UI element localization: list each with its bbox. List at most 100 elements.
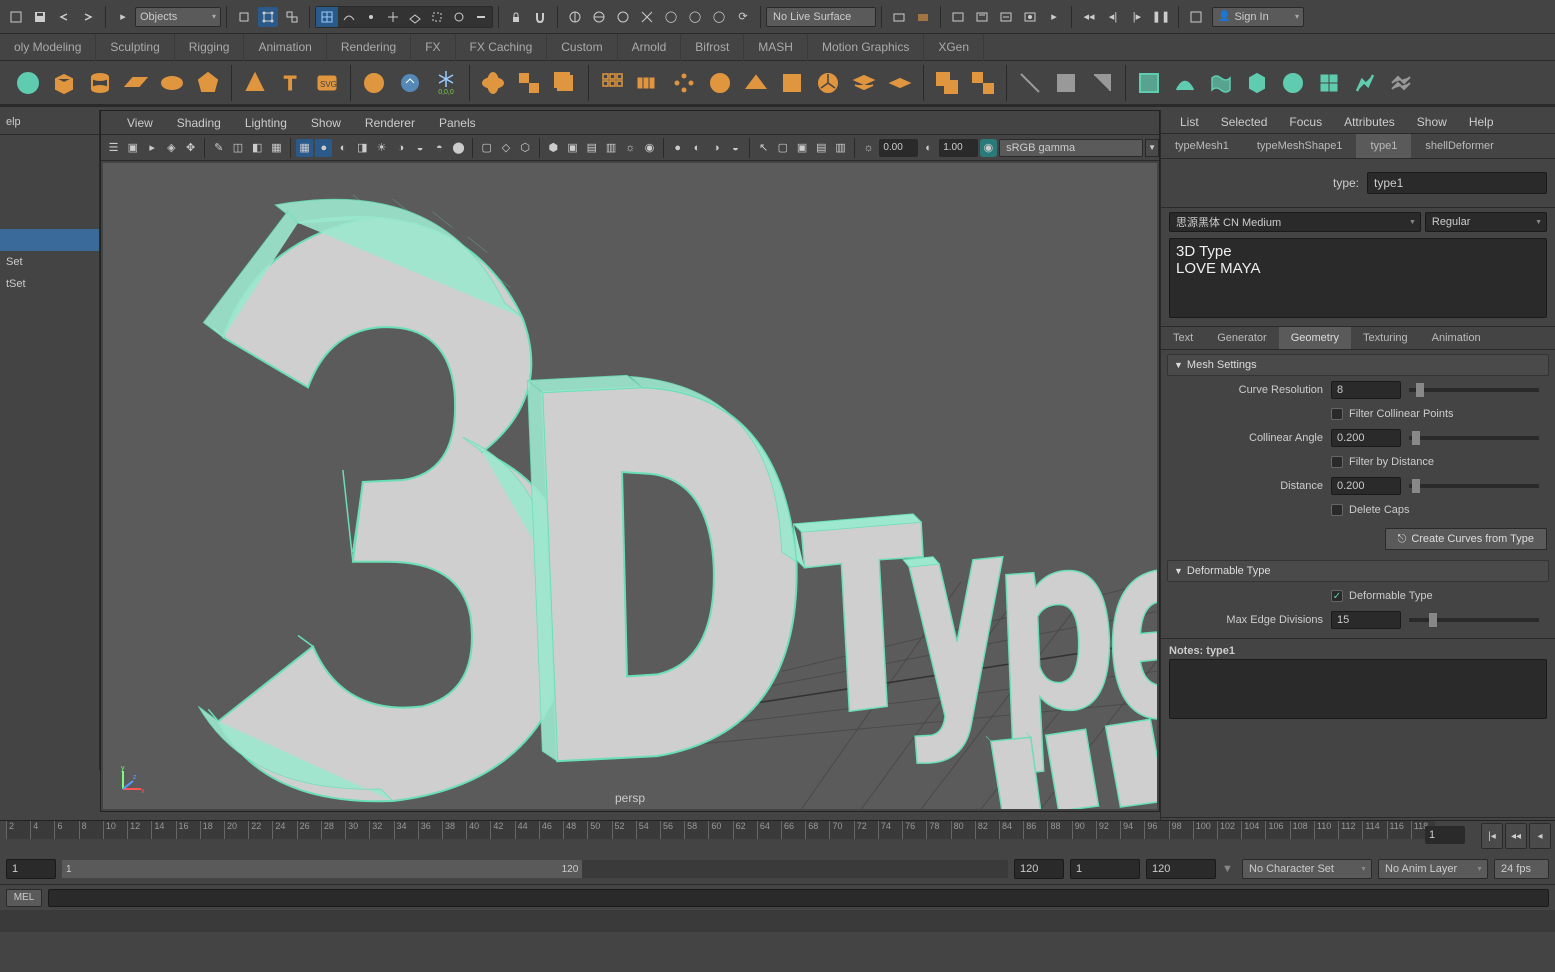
collinear-angle-slider[interactable] (1409, 436, 1539, 440)
playblast-fwd-icon[interactable]: |▸ (1127, 7, 1147, 27)
replicator-icon[interactable] (549, 67, 581, 99)
vp-gate-icon[interactable]: ◫ (229, 139, 246, 157)
vp-shadow-icon[interactable]: ◑ (392, 139, 409, 157)
vp-tex-icon[interactable]: ◨ (354, 139, 371, 157)
play-back-icon[interactable]: ◂ (1529, 823, 1551, 849)
svg-icon[interactable]: SVG (311, 67, 343, 99)
font-weight-dropdown[interactable]: Regular (1425, 212, 1547, 232)
collinear-angle-field[interactable]: 0.200 (1331, 429, 1401, 447)
select-by-object-icon[interactable] (234, 7, 254, 27)
shelf-tab-rendering[interactable]: Rendering (327, 34, 411, 61)
shelf-tab-bifrost[interactable]: Bifrost (681, 34, 744, 61)
pie-dist-icon[interactable] (812, 67, 844, 99)
mash-freeze-icon[interactable]: 0,0,0 (430, 67, 462, 99)
mash-cache-icon[interactable] (394, 67, 426, 99)
vp-motion-icon[interactable]: ⬤ (450, 139, 467, 157)
vp-h-icon[interactable]: ◐ (688, 139, 705, 157)
anim-layer-dropdown[interactable]: No Anim Layer (1378, 859, 1488, 879)
volume-dist-icon[interactable] (776, 67, 808, 99)
filter-distance-checkbox[interactable] (1331, 456, 1343, 468)
sym-z-icon[interactable] (613, 7, 633, 27)
layer-icon[interactable] (848, 67, 880, 99)
vp-m-icon[interactable]: ▤ (813, 139, 830, 157)
mesh-dist-icon[interactable] (740, 67, 772, 99)
vp-a-icon[interactable]: ⬢ (545, 139, 562, 157)
vp-reso-icon[interactable]: ◧ (249, 139, 266, 157)
vp-view-transform-dropdown[interactable]: sRGB gamma (999, 139, 1143, 157)
shelf-tab-arnold[interactable]: Arnold (618, 34, 682, 61)
command-input[interactable] (48, 889, 1549, 907)
selection-mode-dropdown[interactable]: Objects (135, 7, 221, 27)
poly-cube-icon[interactable] (48, 67, 80, 99)
attr-menu-attributes[interactable]: Attributes (1333, 115, 1406, 129)
character-set-dropdown[interactable]: No Character Set (1242, 859, 1372, 879)
poly-torus-icon[interactable] (156, 67, 188, 99)
edit-c-icon[interactable] (1086, 67, 1118, 99)
create-curves-button[interactable]: ⎋Create Curves from Type (1385, 528, 1547, 550)
snap-view-icon[interactable] (448, 7, 470, 27)
sign-in-dropdown[interactable]: 👤Sign In (1212, 7, 1304, 27)
magnet-icon[interactable] (530, 7, 550, 27)
vp-bookmark-icon[interactable]: ▸ (143, 139, 160, 157)
subtab-generator[interactable]: Generator (1205, 327, 1279, 349)
mesh-settings-header[interactable]: Mesh Settings (1167, 354, 1549, 376)
select-hierarchy-icon[interactable]: ▸ (113, 7, 133, 27)
flatten-icon[interactable] (884, 67, 916, 99)
playblast-rewind-icon[interactable]: ◂◂ (1079, 7, 1099, 27)
sym-x-icon[interactable] (565, 7, 585, 27)
vp-xray-icon[interactable]: ◇ (497, 139, 514, 157)
current-frame-field[interactable]: 1 (1425, 826, 1465, 844)
history-icon[interactable]: ⟳ (733, 7, 753, 27)
range-menu-icon[interactable]: ▼ (1222, 863, 1236, 875)
render-c-icon[interactable] (1020, 7, 1040, 27)
notes-textarea[interactable] (1169, 659, 1547, 719)
delete-caps-checkbox[interactable] (1331, 504, 1343, 516)
poly-type-icon[interactable]: T (275, 67, 307, 99)
snap-curve-icon[interactable] (338, 7, 360, 27)
shelf-tab-poly-modeling[interactable]: oly Modeling (0, 34, 96, 61)
render-icon[interactable] (889, 7, 909, 27)
save-icon[interactable] (30, 7, 50, 27)
shelf-tab-motion-graphics[interactable]: Motion Graphics (808, 34, 924, 61)
fps-field[interactable]: 24 fps (1494, 859, 1549, 879)
poly-plane-icon[interactable] (120, 67, 152, 99)
vp-ao-icon[interactable]: ◒ (411, 139, 428, 157)
playblast-pause-icon[interactable]: ❚❚ (1151, 7, 1171, 27)
deformable-type-checkbox[interactable] (1331, 590, 1343, 602)
viewport-3d[interactable]: persp yxz (103, 163, 1157, 809)
t1-icon[interactable] (1133, 67, 1165, 99)
shelf-tab-sculpting[interactable]: Sculpting (96, 34, 174, 61)
separate-icon[interactable] (967, 67, 999, 99)
shelf-tab-xgen[interactable]: XGen (924, 34, 984, 61)
panel-menu-panels[interactable]: Panels (427, 116, 488, 130)
render-d-icon[interactable]: ▸ (1044, 7, 1064, 27)
vp-2d-pan-icon[interactable]: ✥ (182, 139, 199, 157)
panel-menu-shading[interactable]: Shading (165, 116, 233, 130)
mash-create-icon[interactable] (358, 67, 390, 99)
vp-g-icon[interactable]: ● (669, 139, 686, 157)
shelf-tab-animation[interactable]: Animation (244, 34, 326, 61)
shelf-tab-fx[interactable]: FX (411, 34, 455, 61)
node-tab-typemesh1[interactable]: typeMesh1 (1161, 134, 1243, 158)
left-item-selected[interactable] (0, 229, 99, 251)
vp-film-icon[interactable]: ▦ (268, 139, 285, 157)
curve-resolution-slider[interactable] (1409, 388, 1539, 392)
subtab-geometry[interactable]: Geometry (1279, 327, 1351, 349)
snap-plane-icon[interactable] (404, 7, 426, 27)
font-family-dropdown[interactable]: 思源黑体 CN Medium (1169, 212, 1421, 232)
filter-collinear-checkbox[interactable] (1331, 408, 1343, 420)
attr-menu-show[interactable]: Show (1406, 115, 1458, 129)
go-start-icon[interactable]: |◂ (1481, 823, 1503, 849)
t7-icon[interactable] (1349, 67, 1381, 99)
vp-f-icon[interactable]: ◉ (641, 139, 658, 157)
vp-image-plane-icon[interactable]: ◈ (163, 139, 180, 157)
vp-select-camera-icon[interactable]: ☰ (105, 139, 122, 157)
vp-xray-joints-icon[interactable]: ⬡ (517, 139, 534, 157)
sym-b-icon[interactable]: ◯ (661, 7, 681, 27)
edit-a-icon[interactable] (1014, 67, 1046, 99)
vp-shade-flat-icon[interactable]: ◐ (334, 139, 351, 157)
vp-aa-icon[interactable]: ◓ (431, 139, 448, 157)
deformable-type-header[interactable]: Deformable Type (1167, 560, 1549, 582)
vp-k-icon[interactable]: ▢ (774, 139, 791, 157)
vp-n-icon[interactable]: ▥ (832, 139, 849, 157)
